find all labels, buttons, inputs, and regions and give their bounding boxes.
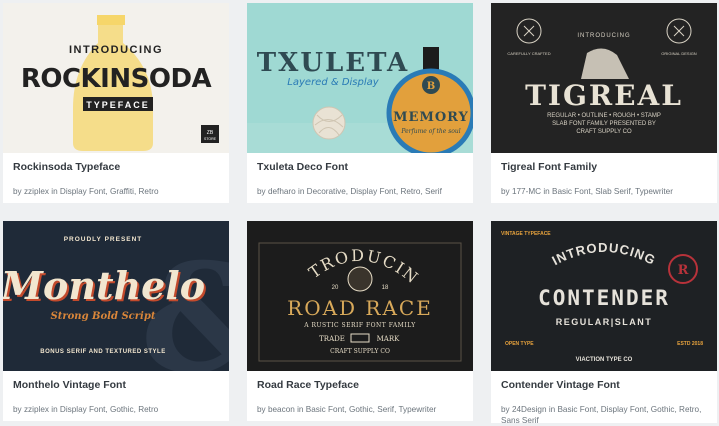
- preview-text-styles: REGULAR • OUTLINE • ROUGH • STAMP: [547, 113, 661, 119]
- txuleta-preview: B MEMORY Perfume of the soul TXULETA Lay…: [247, 3, 473, 153]
- category-link[interactable]: Basic Font: [306, 405, 345, 414]
- preview-text-year-b: 18: [382, 285, 389, 291]
- category-link[interactable]: Basic Font: [557, 405, 596, 414]
- font-card: B MEMORY Perfume of the soul TXULETA Lay…: [247, 3, 473, 203]
- preview-text-name: ROCKINSODA: [21, 64, 212, 94]
- font-card: INTRODUCING CAREFULLY CRAFTED ORIGINAL D…: [491, 3, 717, 203]
- preview-text-perfume: Perfume of the soul: [400, 128, 460, 135]
- font-title[interactable]: Rockinsoda Typeface: [13, 161, 219, 174]
- preview-text-trade: TRADE: [319, 335, 345, 343]
- font-byline: by defharo in Decorative, Display Font, …: [257, 187, 442, 196]
- font-title[interactable]: Tigreal Font Family: [501, 161, 707, 174]
- font-title[interactable]: Monthelo Vintage Font: [13, 379, 219, 392]
- preview-text-sub: REGULAR|SLANT: [556, 317, 653, 327]
- preview-badge: ZB: [207, 130, 214, 136]
- font-preview-image[interactable]: B MEMORY Perfume of the soul TXULETA Lay…: [247, 3, 473, 153]
- preview-text-memory: MEMORY: [393, 110, 469, 125]
- rockinsoda-preview: INTRODUCING ROCKINSODA TYPEFACE ZB STORE: [3, 3, 229, 153]
- contender-preview: VINTAGE TYPEFACE R INTRODUCING CONTENDER…: [491, 221, 717, 371]
- font-preview-image[interactable]: INTRODUCING ROCKINSODA TYPEFACE ZB STORE: [3, 3, 229, 153]
- category-link[interactable]: Retro: [679, 405, 699, 414]
- preview-text-sub: Strong Bold Script: [51, 311, 156, 322]
- font-card: INTRODUCING 20 18 ROAD RACE A RUSTIC SER…: [247, 221, 473, 421]
- font-title[interactable]: Txuleta Deco Font: [257, 161, 463, 174]
- category-link[interactable]: Retro: [139, 187, 159, 196]
- preview-text-craft: CRAFT SUPPLY CO: [330, 348, 390, 355]
- category-link[interactable]: Display Font: [350, 187, 396, 196]
- font-title[interactable]: Road Race Typeface: [257, 379, 463, 392]
- font-preview-image[interactable]: INTRODUCING 20 18 ROAD RACE A RUSTIC SER…: [247, 221, 473, 371]
- preview-text-intro: INTRODUCING: [69, 44, 163, 56]
- category-link[interactable]: Display Font: [60, 405, 106, 414]
- category-link[interactable]: Gothic: [110, 405, 134, 414]
- category-link[interactable]: Sans Serif: [501, 416, 539, 425]
- font-byline: by beacon in Basic Font, Gothic, Serif, …: [257, 405, 437, 414]
- preview-text-estd: ESTD 2018: [677, 341, 703, 347]
- author-link[interactable]: beacon: [268, 405, 295, 414]
- category-link[interactable]: Retro: [400, 187, 420, 196]
- preview-text-name: TIGREAL: [525, 79, 683, 112]
- preview-text-name: ROAD RACE: [287, 296, 433, 320]
- font-title[interactable]: Contender Vintage Font: [501, 379, 707, 392]
- preview-badge: R: [678, 263, 689, 278]
- preview-text-open: OPEN TYPE: [505, 341, 534, 347]
- category-link[interactable]: Serif: [425, 187, 442, 196]
- author-link[interactable]: zziplex: [24, 187, 49, 196]
- preview-badge-sub: STORE: [204, 137, 217, 141]
- category-link[interactable]: Display Font: [60, 187, 106, 196]
- preview-text-typeface: TYPEFACE: [86, 100, 150, 110]
- preview-text-mark: MARK: [377, 335, 400, 343]
- road-race-preview: INTRODUCING 20 18 ROAD RACE A RUSTIC SER…: [247, 221, 473, 371]
- author-link[interactable]: 24Design: [512, 405, 547, 414]
- preview-text-sub: Layered & Display: [287, 77, 379, 88]
- font-byline: by zziplex in Display Font, Gothic, Retr…: [13, 405, 159, 414]
- author-link[interactable]: defharo: [268, 187, 296, 196]
- font-byline: by zziplex in Display Font, Graffiti, Re…: [13, 187, 159, 196]
- category-link[interactable]: Graffiti: [110, 187, 134, 196]
- preview-text-year-a: 20: [332, 285, 339, 291]
- preview-text-name: CONTENDER: [538, 286, 670, 310]
- category-link[interactable]: Basic Font: [552, 187, 591, 196]
- font-byline: by 24Design in Basic Font, Display Font,…: [501, 405, 702, 425]
- tigreal-preview: INTRODUCING CAREFULLY CRAFTED ORIGINAL D…: [491, 3, 717, 153]
- category-link[interactable]: Typewriter: [635, 187, 673, 196]
- preview-text-bonus: BONUS SERIF AND TEXTURED STYLE: [40, 349, 165, 355]
- preview-text-name: Monthelo: [3, 263, 205, 308]
- preview-text-co: VIACTION TYPE CO: [576, 357, 633, 363]
- preview-text-vintage: VINTAGE TYPEFACE: [501, 231, 551, 237]
- author-link[interactable]: 177-MC: [512, 187, 541, 196]
- preview-text-intro: INTRODUCING: [577, 33, 630, 39]
- category-link[interactable]: Gothic: [349, 405, 373, 414]
- font-preview-image[interactable]: & PROUDLY PRESENT Monthelo Monthelo Stro…: [3, 221, 229, 371]
- monthelo-preview: & PROUDLY PRESENT Monthelo Monthelo Stro…: [3, 221, 229, 371]
- category-link[interactable]: Decorative: [307, 187, 346, 196]
- preview-text-craft: CRAFT SUPPLY CO: [576, 129, 632, 135]
- category-link[interactable]: Typewriter: [398, 405, 436, 414]
- preview-text-name: TXULETA: [257, 48, 409, 78]
- preview-text-original: ORIGINAL DESIGN: [661, 51, 697, 56]
- category-link[interactable]: Slab Serif: [595, 187, 631, 196]
- preview-monogram: B: [427, 81, 435, 92]
- preview-text-crafted: CAREFULLY CRAFTED: [507, 51, 550, 56]
- preview-text-sub: A RUSTIC SERIF FONT FAMILY: [303, 322, 416, 329]
- font-card: VINTAGE TYPEFACE R INTRODUCING CONTENDER…: [491, 221, 717, 425]
- font-byline: by 177-MC in Basic Font, Slab Serif, Typ…: [501, 187, 673, 196]
- preview-text-intro: PROUDLY PRESENT: [64, 236, 143, 243]
- category-link[interactable]: Serif: [377, 405, 394, 414]
- font-preview-image[interactable]: VINTAGE TYPEFACE R INTRODUCING CONTENDER…: [491, 221, 717, 371]
- category-link[interactable]: Retro: [138, 405, 158, 414]
- category-link[interactable]: Display Font: [601, 405, 647, 414]
- font-card: & PROUDLY PRESENT Monthelo Monthelo Stro…: [3, 221, 229, 421]
- author-link[interactable]: zziplex: [24, 405, 49, 414]
- preview-text-presented: SLAB FONT FAMILY PRESENTED BY: [552, 121, 656, 127]
- font-preview-image[interactable]: INTRODUCING CAREFULLY CRAFTED ORIGINAL D…: [491, 3, 717, 153]
- font-card: INTRODUCING ROCKINSODA TYPEFACE ZB STORE…: [3, 3, 229, 203]
- category-link[interactable]: Gothic: [651, 405, 675, 414]
